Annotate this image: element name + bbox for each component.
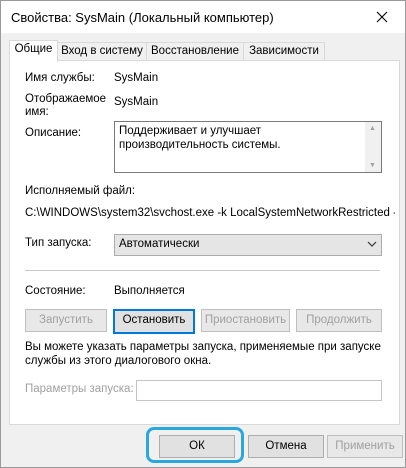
pause-button[interactable]: Приостановить	[201, 309, 290, 332]
tab-logon-label: Вход в систему	[61, 45, 143, 57]
cancel-button[interactable]: Отмена	[248, 435, 324, 458]
divider	[25, 270, 380, 271]
executable-path: C:\WINDOWS\system32\svchost.exe -k Local…	[25, 207, 395, 219]
executable-label: Исполняемый файл:	[25, 185, 136, 197]
tab-recovery[interactable]: Восстановление	[146, 42, 244, 60]
description-label: Описание:	[25, 127, 82, 139]
window-title: Свойства: SysMain (Локальный компьютер)	[11, 10, 274, 25]
pause-button-label: Приостановить	[204, 314, 287, 326]
stop-button-label: Остановить	[122, 314, 186, 326]
tab-general-label: Общие	[14, 43, 53, 55]
title-bar: Свойства: SysMain (Локальный компьютер)	[1, 1, 405, 33]
general-tab-panel: Имя службы: SysMain Отображаемое имя: Sy…	[9, 60, 400, 425]
start-button-label: Запустить	[39, 314, 93, 326]
scroll-up-icon[interactable]: ▲	[369, 125, 376, 132]
resume-button[interactable]: Продолжить	[296, 309, 382, 332]
chevron-down-icon	[367, 241, 377, 247]
description-scrollbar[interactable]: ▲ ▼	[365, 122, 381, 172]
tab-general[interactable]: Общие	[9, 40, 58, 62]
ok-button-highlight	[146, 427, 244, 463]
display-name-label: Отображаемое имя:	[25, 93, 107, 118]
tab-recovery-label: Восстановление	[151, 45, 239, 57]
startup-type-value: Автоматически	[119, 238, 200, 250]
stop-button[interactable]: Остановить	[113, 309, 195, 334]
close-button[interactable]	[359, 1, 405, 33]
service-name-value: SysMain	[114, 72, 159, 84]
resume-button-label: Продолжить	[306, 314, 372, 326]
description-text: Поддерживает и улучшает производительнос…	[119, 125, 281, 151]
startup-params-hint: Вы можете указать параметры запуска, при…	[25, 341, 381, 367]
startup-params-label: Параметры запуска:	[25, 383, 134, 395]
cancel-button-label: Отмена	[265, 440, 307, 452]
tab-dependencies-label: Зависимости	[249, 45, 319, 57]
startup-type-select[interactable]: Автоматически	[114, 234, 382, 256]
scroll-down-icon[interactable]: ▼	[369, 162, 376, 169]
display-name-value: SysMain	[114, 96, 159, 108]
status-label: Состояние:	[25, 285, 86, 297]
description-field[interactable]: Поддерживает и улучшает производительнос…	[114, 121, 382, 173]
close-icon	[376, 11, 388, 23]
start-button[interactable]: Запустить	[25, 309, 107, 332]
apply-button-label: Применить	[335, 440, 395, 452]
apply-button[interactable]: Применить	[327, 435, 403, 458]
status-value: Выполняется	[114, 285, 185, 297]
tab-logon[interactable]: Вход в систему	[57, 42, 147, 60]
service-name-label: Имя службы:	[25, 72, 95, 84]
properties-dialog: Свойства: SysMain (Локальный компьютер) …	[0, 0, 406, 468]
startup-params-input[interactable]	[136, 380, 382, 401]
tab-dependencies[interactable]: Зависимости	[243, 42, 325, 60]
startup-type-label: Тип запуска:	[25, 237, 92, 249]
